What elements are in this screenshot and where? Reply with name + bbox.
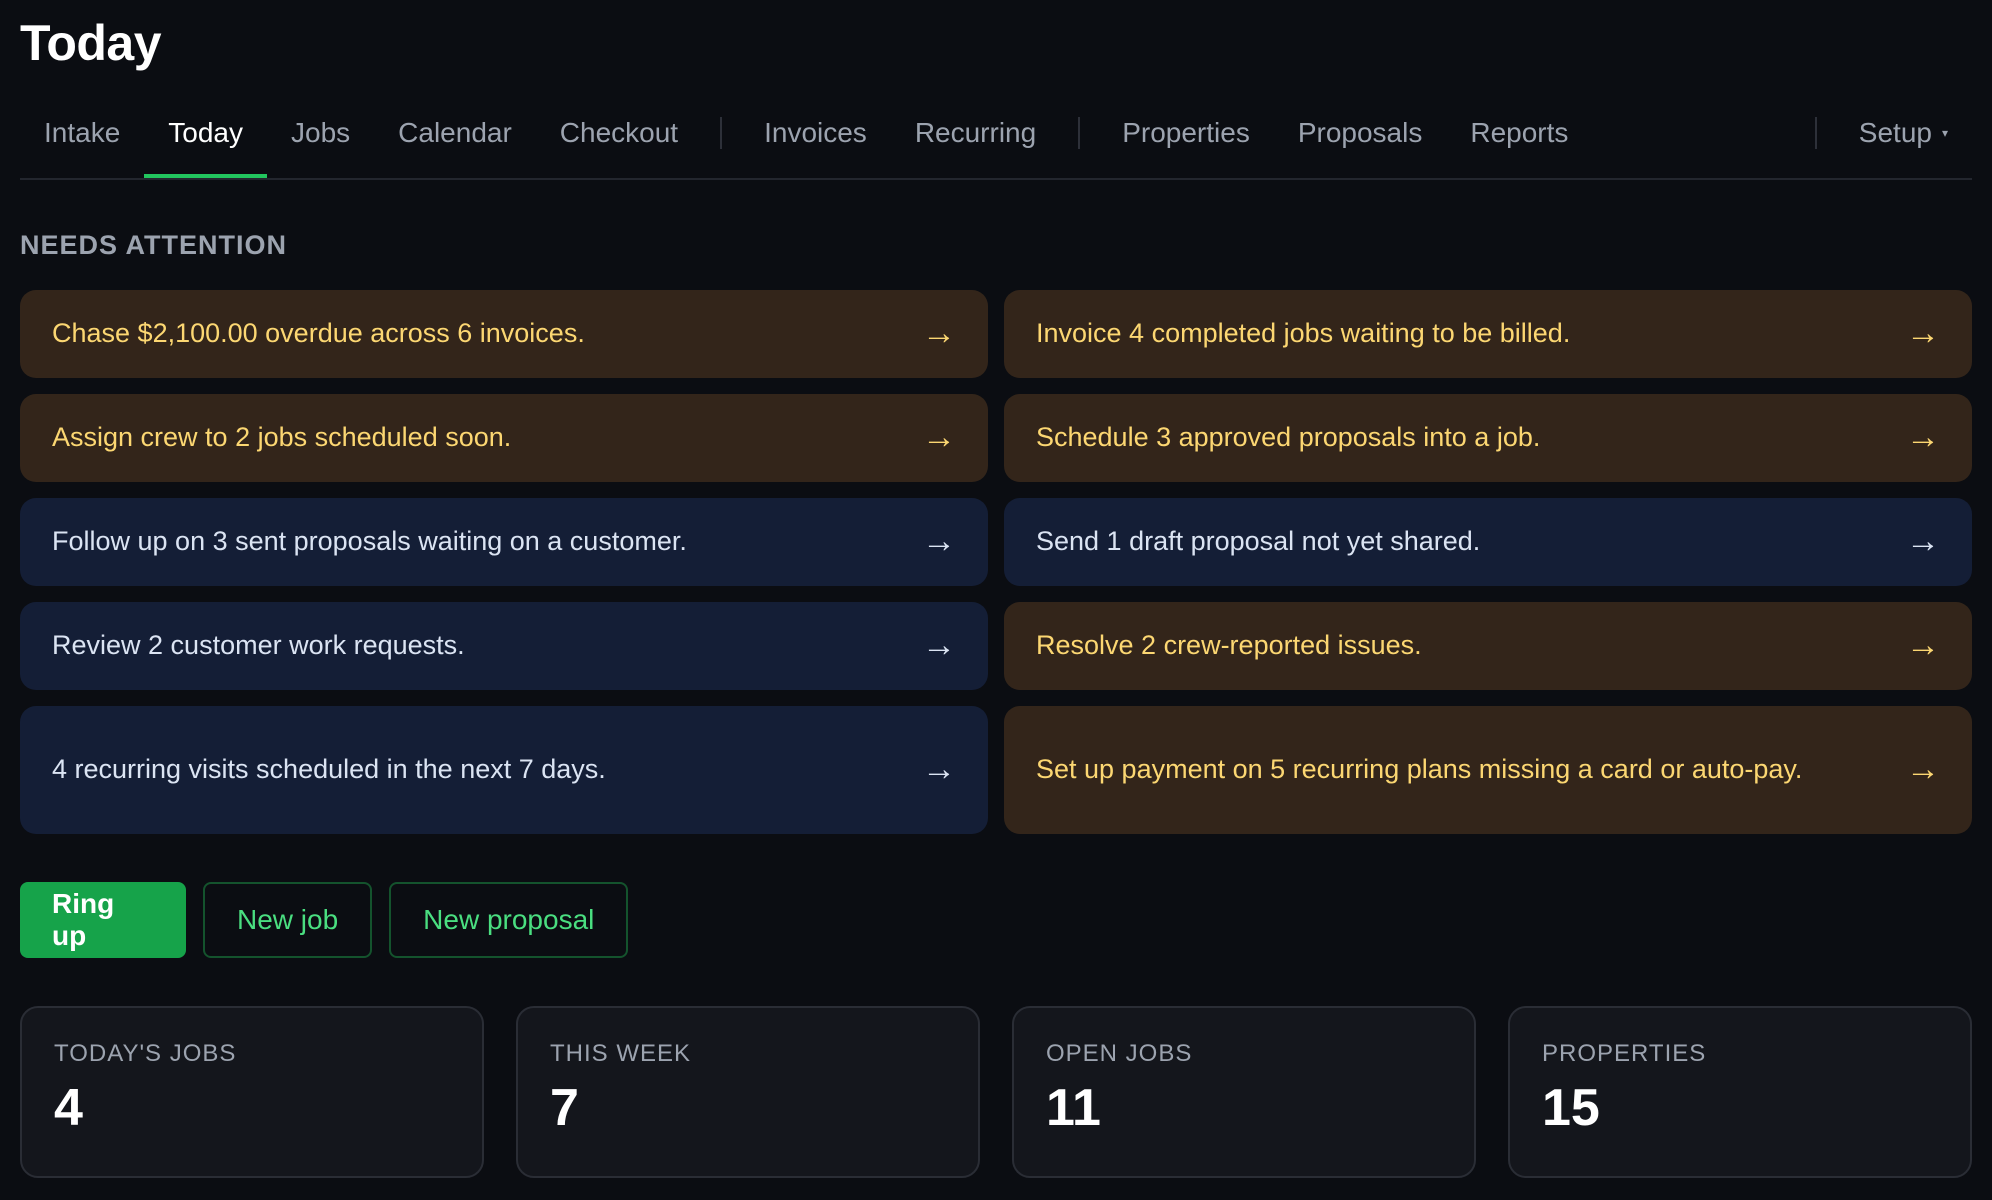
tab-properties[interactable]: Properties <box>1098 100 1274 166</box>
attention-card-unbilled-jobs[interactable]: Invoice 4 completed jobs waiting to be b… <box>1004 290 1972 378</box>
stat-card-properties[interactable]: PROPERTIES 15 <box>1508 1006 1972 1178</box>
tab-checkout[interactable]: Checkout <box>536 100 702 166</box>
attention-card-send-draft-proposal[interactable]: Send 1 draft proposal not yet shared. → <box>1004 498 1972 586</box>
attention-card-text: Follow up on 3 sent proposals waiting on… <box>52 526 687 557</box>
attention-card-text: Invoice 4 completed jobs waiting to be b… <box>1036 318 1571 349</box>
tab-divider <box>1814 117 1817 149</box>
attention-card-text: Send 1 draft proposal not yet shared. <box>1036 526 1481 557</box>
tab-intake[interactable]: Intake <box>20 100 144 166</box>
attention-list: Chase $2,100.00 overdue across 6 invoice… <box>20 290 1972 834</box>
stat-label: TODAY'S JOBS <box>54 1040 237 1067</box>
stat-card-todays-jobs[interactable]: TODAY'S JOBS 4 <box>20 1006 484 1178</box>
attention-card-recurring-visits[interactable]: 4 recurring visits scheduled in the next… <box>20 706 988 834</box>
arrow-right-icon: → <box>1906 418 1940 457</box>
attention-card-crew-issues[interactable]: Resolve 2 crew-reported issues. → <box>1004 602 1972 690</box>
tab-divider <box>720 117 723 149</box>
attention-card-work-requests[interactable]: Review 2 customer work requests. → <box>20 602 988 690</box>
arrow-right-icon: → <box>922 626 956 665</box>
quick-actions: Ring up New job New proposal <box>20 882 629 958</box>
attention-card-overdue-invoices[interactable]: Chase $2,100.00 overdue across 6 invoice… <box>20 290 988 378</box>
tab-jobs[interactable]: Jobs <box>267 100 374 166</box>
attention-card-text: Review 2 customer work requests. <box>52 630 465 661</box>
page-title: Today <box>20 15 162 71</box>
arrow-right-icon: → <box>1906 314 1940 353</box>
tab-invoices[interactable]: Invoices <box>740 100 891 166</box>
attention-card-assign-crew[interactable]: Assign crew to 2 jobs scheduled soon. → <box>20 394 988 482</box>
tab-proposals[interactable]: Proposals <box>1274 100 1447 166</box>
stat-card-open-jobs[interactable]: OPEN JOBS 11 <box>1012 1006 1476 1178</box>
attention-card-text: Resolve 2 crew-reported issues. <box>1036 630 1422 661</box>
attention-card-text: Chase $2,100.00 overdue across 6 invoice… <box>52 318 585 349</box>
tab-calendar[interactable]: Calendar <box>374 100 536 166</box>
arrow-right-icon: → <box>922 750 956 789</box>
stat-value: 15 <box>1542 1079 1600 1137</box>
tab-spacer <box>1592 100 1796 178</box>
attention-card-follow-up-proposals[interactable]: Follow up on 3 sent proposals waiting on… <box>20 498 988 586</box>
needs-attention-heading: NEEDS ATTENTION <box>20 230 288 260</box>
stat-label: THIS WEEK <box>550 1040 692 1067</box>
stat-label: OPEN JOBS <box>1046 1040 1193 1067</box>
attention-card-text: Assign crew to 2 jobs scheduled soon. <box>52 422 512 453</box>
today-page: Today Intake Today Jobs Calendar Checkou… <box>0 0 1992 1200</box>
stat-card-this-week[interactable]: THIS WEEK 7 <box>516 1006 980 1178</box>
attention-card-text: Schedule 3 approved proposals into a job… <box>1036 422 1541 453</box>
stat-value: 11 <box>1046 1079 1101 1137</box>
caret-down-icon: ▾ <box>1941 126 1948 140</box>
tab-divider <box>1078 117 1081 149</box>
tab-today[interactable]: Today <box>144 100 267 178</box>
new-proposal-button[interactable]: New proposal <box>389 882 629 958</box>
tab-reports[interactable]: Reports <box>1446 100 1592 166</box>
attention-card-text: Set up payment on 5 recurring plans miss… <box>1036 754 1803 785</box>
tab-setup-label: Setup <box>1858 117 1932 148</box>
stat-value: 4 <box>54 1079 83 1137</box>
ring-up-button[interactable]: Ring up <box>20 882 186 958</box>
new-job-button[interactable]: New job <box>203 882 373 958</box>
stat-label: PROPERTIES <box>1542 1040 1707 1067</box>
tab-setup[interactable]: Setup ▾ <box>1835 100 1972 166</box>
arrow-right-icon: → <box>922 418 956 457</box>
stat-value: 7 <box>550 1079 579 1137</box>
attention-card-recurring-payment[interactable]: Set up payment on 5 recurring plans miss… <box>1004 706 1972 834</box>
arrow-right-icon: → <box>922 314 956 353</box>
arrow-right-icon: → <box>1906 750 1940 789</box>
arrow-right-icon: → <box>1906 522 1940 561</box>
tab-recurring[interactable]: Recurring <box>891 100 1060 166</box>
stats-row: TODAY'S JOBS 4 THIS WEEK 7 OPEN JOBS 11 … <box>20 1006 1972 1178</box>
attention-card-schedule-proposals[interactable]: Schedule 3 approved proposals into a job… <box>1004 394 1972 482</box>
arrow-right-icon: → <box>922 522 956 561</box>
attention-card-text: 4 recurring visits scheduled in the next… <box>52 754 606 785</box>
main-tabs: Intake Today Jobs Calendar Checkout Invo… <box>20 100 1972 180</box>
arrow-right-icon: → <box>1906 626 1940 665</box>
